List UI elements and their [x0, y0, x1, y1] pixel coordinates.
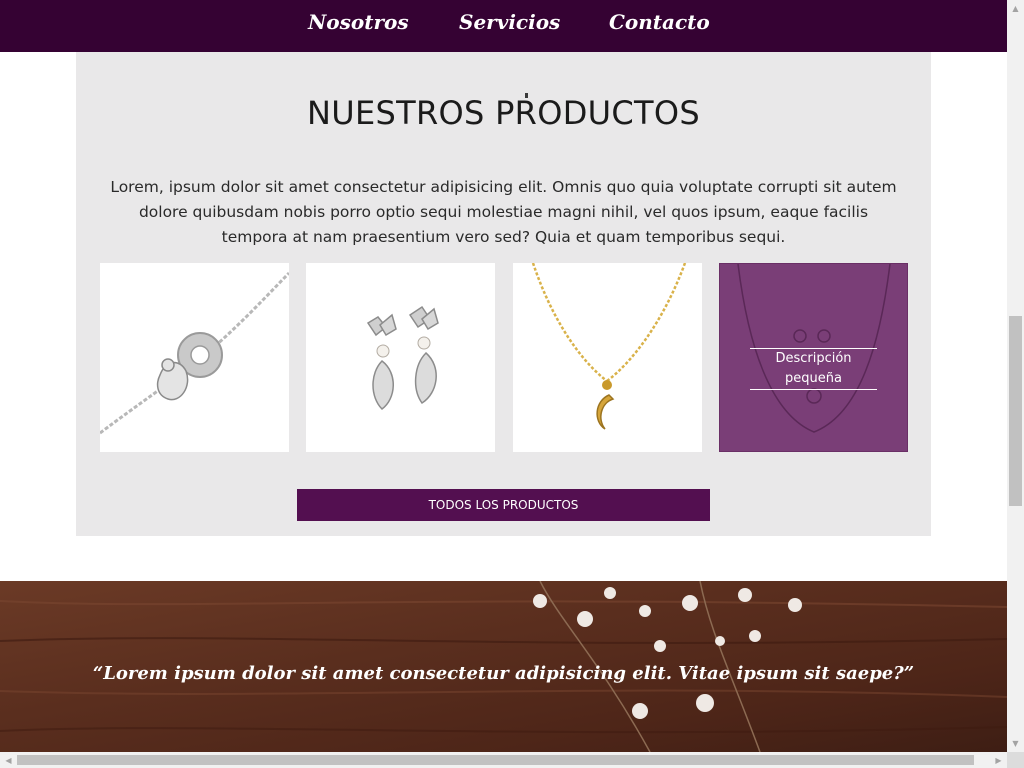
- horizontal-scrollbar[interactable]: ◀ ▶: [0, 752, 1007, 768]
- horizontal-scroll-thumb[interactable]: [17, 755, 974, 765]
- product-card-moon-necklace[interactable]: [513, 263, 702, 452]
- moon-necklace-image: [513, 263, 702, 452]
- products-heading: NUESTROS PRODUCTOS: [307, 94, 700, 132]
- product-card-bracelet[interactable]: [100, 263, 289, 452]
- page: Nosotros Servicios Contacto NUESTROS PRO…: [0, 0, 1024, 768]
- all-products-button[interactable]: TODOS LOS PRODUCTOS: [297, 489, 710, 521]
- products-section: NUESTROS PRODUCTOS Lorem, ipsum dolor si…: [76, 52, 931, 536]
- quote-text: “Lorem ipsum dolor sit amet consectetur …: [92, 663, 915, 684]
- earrings-image: [306, 263, 495, 452]
- vertical-scroll-thumb[interactable]: [1009, 316, 1022, 506]
- scroll-left-arrow-icon[interactable]: ◀: [0, 752, 17, 768]
- product-card-earrings[interactable]: [306, 263, 495, 452]
- scrollbar-corner: [1007, 752, 1024, 768]
- bracelet-image: [100, 263, 289, 452]
- scroll-down-arrow-icon[interactable]: ▼: [1007, 735, 1024, 752]
- scroll-right-arrow-icon[interactable]: ▶: [990, 752, 1007, 768]
- quote-banner: “Lorem ipsum dolor sit amet consectetur …: [0, 581, 1007, 752]
- product-card-caption[interactable]: Descripción pequeña: [750, 348, 877, 390]
- vertical-scrollbar[interactable]: ▲ ▼: [1007, 0, 1024, 752]
- product-card-necklace[interactable]: Descripción pequeña: [719, 263, 908, 452]
- nav-link-servicios[interactable]: Servicios: [459, 10, 560, 34]
- top-navigation: Nosotros Servicios Contacto: [0, 0, 1007, 52]
- products-description: Lorem, ipsum dolor sit amet consectetur …: [110, 178, 897, 246]
- scroll-up-arrow-icon[interactable]: ▲: [1007, 0, 1024, 17]
- nav-link-contacto[interactable]: Contacto: [609, 10, 710, 34]
- nav-link-nosotros[interactable]: Nosotros: [308, 10, 409, 34]
